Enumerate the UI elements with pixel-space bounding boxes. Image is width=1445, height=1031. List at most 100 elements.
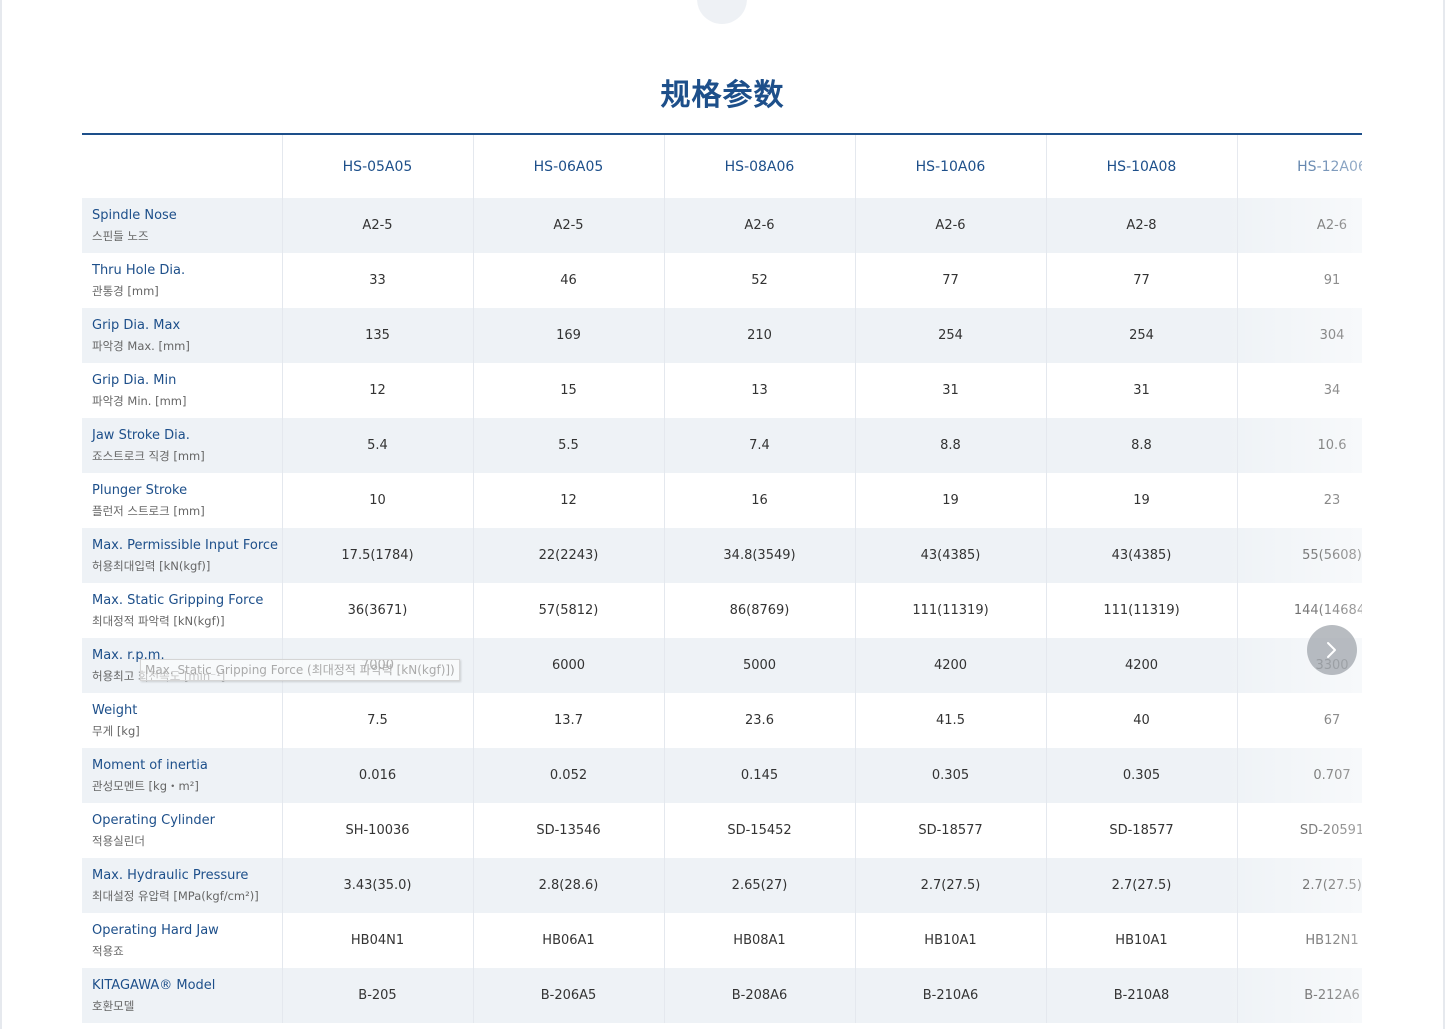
table-cell: A2-5 [473,198,665,253]
table-cell: 4200 [1046,638,1238,693]
section-title: 规格参数 [660,78,785,113]
page-frame-left [0,0,2,1029]
table-cell: A2-6 [855,198,1047,253]
row-label-en: KITAGAWA® Model [92,977,216,993]
table-cell: SD-18577 [1046,803,1238,858]
row-label-cell: Grip Dia. Min 파악경 Min. [mm] [82,363,283,418]
table-row: Weight 무게 [kg] 7.5 13.7 23.6 41.5 40 67 [82,693,1362,748]
table-cell: 12 [473,473,665,528]
row-label-en: Moment of inertia [92,757,208,773]
table-cell: 19 [1046,473,1238,528]
table-cell: HB10A1 [855,913,1047,968]
row-label-en: Thru Hole Dia. [92,262,186,278]
table-cell: A2-6 [1237,198,1362,253]
table-cell: 22(2243) [473,528,665,583]
table-cell: 34.8(3549) [664,528,856,583]
table-cell: HB04N1 [282,913,474,968]
column-header: HS-05A05 [282,135,474,198]
table-row: Plunger Stroke 플런저 스트로크 [mm] 10 12 16 19 19 23 [82,473,1362,528]
table-cell: 23 [1237,473,1362,528]
table-cell: HB12N1 [1237,913,1362,968]
table-cell: 41.5 [855,693,1047,748]
row-label-ko: 관통경 [mm] [92,283,159,298]
table-cell: 5.5 [473,418,665,473]
table-cell: 210 [664,308,856,363]
column-header: HS-10A06 [855,135,1047,198]
row-label-cell: Thru Hole Dia. 관통경 [mm] [82,253,283,308]
table-cell: 77 [1046,253,1238,308]
table-cell: 23.6 [664,693,856,748]
row-label-en: Grip Dia. Min [92,372,177,388]
row-label-cell: Max. Permissible Input Force 허용최대입력 [kN(k… [82,528,283,583]
table-row: Grip Dia. Max 파악경 Max. [mm] 135 169 210 254 25… [82,308,1362,363]
row-label-en: Plunger Stroke [92,482,188,498]
row-label-cell: Grip Dia. Max 파악경 Max. [mm] [82,308,283,363]
scroll-next-button[interactable] [1307,625,1357,675]
row-label-cell: Spindle Nose 스핀들 노즈 [82,198,283,253]
table-cell: SD-18577 [855,803,1047,858]
table-cell: B-212A6 [1237,968,1362,1023]
cell-tooltip: Max. Static Gripping Force (최대정적 파악력 [kN… [140,659,460,681]
table-cell: 46 [473,253,665,308]
row-label-ko: 파악경 Min. [mm] [92,393,187,408]
row-label-ko: 적용실린더 [92,833,145,848]
row-label-cell: Plunger Stroke 플런저 스트로크 [mm] [82,473,283,528]
table-row: Moment of inertia 관성모멘트 [kg・m²] 0.016 0.052… [82,748,1362,803]
table-row: Spindle Nose 스핀들 노즈 A2-5 A2-5 A2-6 A2-6 A2-8 A2… [82,198,1362,253]
table-cell: B-208A6 [664,968,856,1023]
table-cell: 7.5 [282,693,474,748]
column-header: HS-06A05 [473,135,665,198]
table-cell: 0.305 [855,748,1047,803]
row-label-ko: 최대설정 유압력 [MPa(kgf/cm²)] [92,888,259,903]
table-cell: 0.305 [1046,748,1238,803]
row-label-en: Spindle Nose [92,207,177,223]
table-cell: 67 [1237,693,1362,748]
table-cell: 111(11319) [855,583,1047,638]
table-cell: 2.7(27.5) [855,858,1047,913]
table-cell: 4200 [855,638,1047,693]
row-label-ko: 최대정적 파악력 [kN(kgf)] [92,613,225,628]
table-cell: 86(8769) [664,583,856,638]
table-cell: 5000 [664,638,856,693]
table-cell: 17.5(1784) [282,528,474,583]
table-cell: B-210A8 [1046,968,1238,1023]
table-cell: B-205 [282,968,474,1023]
row-label-cell: Moment of inertia 관성모멘트 [kg・m²] [82,748,283,803]
table-cell: 2.7(27.5) [1237,858,1362,913]
row-label-cell: Max. Static Gripping Force 최대정적 파악력 [kN(k… [82,583,283,638]
table-cell: 6000 [473,638,665,693]
table-cell: 111(11319) [1046,583,1238,638]
table-cell: SD-13546 [473,803,665,858]
column-header: HS-12A06 [1237,135,1362,198]
table-row: Max. Static Gripping Force 최대정적 파악력 [kN(k… [82,583,1362,638]
row-label-en: Operating Cylinder [92,812,215,828]
row-label-ko: 플런저 스트로크 [mm] [92,503,205,518]
table-cell: 31 [855,363,1047,418]
chevron-right-icon [1327,642,1336,658]
table-cell: 0.707 [1237,748,1362,803]
table-cell: 57(5812) [473,583,665,638]
row-label-ko: 적용죠 [92,943,124,958]
table-cell: 40 [1046,693,1238,748]
table-row: Max. Hydraulic Pressure 최대설정 유압력 [MPa(kgf… [82,858,1362,913]
table-cell: 10.6 [1237,418,1362,473]
column-header: HS-08A06 [664,135,856,198]
spec-table-container[interactable]: HS-05A05 HS-06A05 HS-08A06 HS-10A06 HS-1… [82,133,1362,1031]
row-label-ko: 호환모델 [92,998,135,1013]
table-cell: A2-6 [664,198,856,253]
table-row: Grip Dia. Min 파악경 Min. [mm] 12 15 13 31 31 34 [82,363,1362,418]
table-cell: 15 [473,363,665,418]
table-cell: HB06A1 [473,913,665,968]
table-row: Operating Cylinder 적용실린더 SH-10036 SD-13546 S… [82,803,1362,858]
table-cell: 10 [282,473,474,528]
table-row: Max. Permissible Input Force 허용최대입력 [kN(k… [82,528,1362,583]
table-header-row: HS-05A05 HS-06A05 HS-08A06 HS-10A06 HS-1… [82,135,1362,198]
table-cell: A2-8 [1046,198,1238,253]
table-cell: 0.052 [473,748,665,803]
table-row: Thru Hole Dia. 관통경 [mm] 33 46 52 77 77 91 [82,253,1362,308]
table-cell: 5.4 [282,418,474,473]
table-cell: 0.145 [664,748,856,803]
row-label-cell: Operating Hard Jaw 적용죠 [82,913,283,968]
row-label-ko: 파악경 Max. [mm] [92,338,190,353]
table-cell: 91 [1237,253,1362,308]
